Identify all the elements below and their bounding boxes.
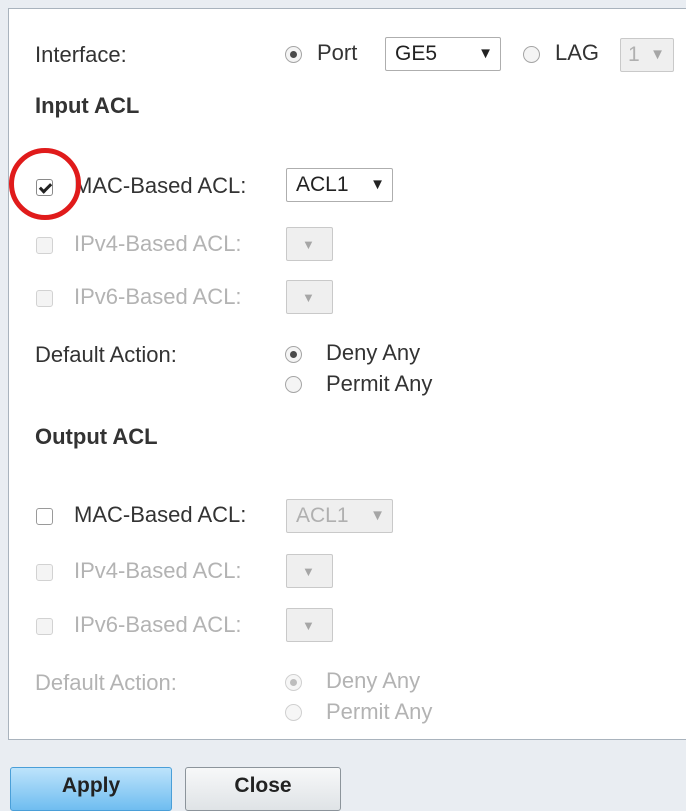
input-ipv6-acl-label: IPv6-Based ACL: <box>74 284 242 309</box>
output-deny-any-radio[interactable] <box>285 674 302 691</box>
input-ipv4-acl-checkbox[interactable] <box>36 237 53 254</box>
chevron-down-icon: ▼ <box>302 237 315 252</box>
output-deny-any-label: Deny Any <box>326 668 421 693</box>
highlight-circle <box>9 148 81 220</box>
output-mac-acl-checkbox[interactable] <box>36 508 53 525</box>
output-ipv4-acl-select[interactable]: ▼ <box>286 554 333 588</box>
chevron-down-icon: ▼ <box>478 45 493 62</box>
output-mac-acl-select[interactable]: ACL1 ▼ <box>286 499 393 533</box>
input-ipv4-acl-label: IPv4-Based ACL: <box>74 231 242 256</box>
lag-select-value: 1 <box>628 43 640 66</box>
output-ipv6-acl-label: IPv6-Based ACL: <box>74 612 242 637</box>
lag-label: LAG <box>555 40 600 65</box>
output-permit-any-label: Permit Any <box>326 699 433 724</box>
input-permit-any-label: Permit Any <box>326 371 433 396</box>
chevron-down-icon: ▼ <box>370 176 385 193</box>
output-permit-any-radio[interactable] <box>285 704 302 721</box>
output-acl-heading: Output ACL <box>35 424 158 449</box>
port-label: Port <box>317 40 358 65</box>
input-acl-heading: Input ACL <box>35 93 140 118</box>
apply-button[interactable]: Apply <box>10 767 172 811</box>
lag-radio[interactable] <box>523 46 540 63</box>
interface-label: Interface: <box>35 42 127 67</box>
output-ipv6-acl-select[interactable]: ▼ <box>286 608 333 642</box>
input-deny-any-radio[interactable] <box>285 346 302 363</box>
chevron-down-icon: ▼ <box>302 618 315 633</box>
output-ipv4-acl-label: IPv4-Based ACL: <box>74 558 242 583</box>
input-mac-acl-label: MAC-Based ACL: <box>74 173 247 198</box>
input-ipv6-acl-select[interactable]: ▼ <box>286 280 333 314</box>
close-button[interactable]: Close <box>185 767 341 811</box>
output-mac-acl-label: MAC-Based ACL: <box>74 502 247 527</box>
chevron-down-icon: ▼ <box>650 46 665 63</box>
port-radio[interactable] <box>285 46 302 63</box>
output-ipv6-acl-checkbox[interactable] <box>36 618 53 635</box>
chevron-down-icon: ▼ <box>370 507 385 524</box>
output-default-action-label: Default Action: <box>35 670 177 695</box>
output-ipv4-acl-checkbox[interactable] <box>36 564 53 581</box>
input-permit-any-radio[interactable] <box>285 376 302 393</box>
input-mac-acl-select[interactable]: ACL1 ▼ <box>286 168 393 202</box>
chevron-down-icon: ▼ <box>302 290 315 305</box>
lag-select[interactable]: 1 ▼ <box>620 38 674 72</box>
port-select[interactable]: GE5 ▼ <box>385 37 501 71</box>
input-default-action-label: Default Action: <box>35 342 177 367</box>
input-ipv4-acl-select[interactable]: ▼ <box>286 227 333 261</box>
input-mac-acl-value: ACL1 <box>296 173 349 196</box>
port-select-value: GE5 <box>395 42 438 65</box>
output-mac-acl-value: ACL1 <box>296 504 349 527</box>
input-ipv6-acl-checkbox[interactable] <box>36 290 53 307</box>
chevron-down-icon: ▼ <box>302 564 315 579</box>
input-deny-any-label: Deny Any <box>326 340 421 365</box>
